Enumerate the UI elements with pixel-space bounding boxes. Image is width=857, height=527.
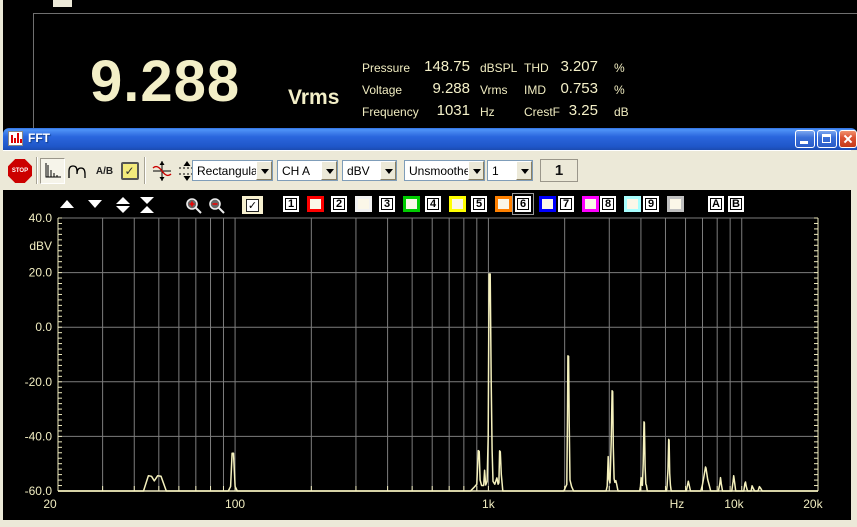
channel-value: CH A	[282, 164, 311, 178]
pressure-unit: dBSPL	[480, 61, 518, 75]
average-count-display: 1	[540, 159, 578, 182]
svg-text:10k: 10k	[724, 497, 744, 511]
fft-window-combo[interactable]: Rectangular	[192, 160, 273, 181]
window-title: FFT	[28, 131, 50, 145]
frequency-value: 1031	[436, 102, 470, 119]
units-value: dBV	[347, 164, 370, 178]
imd-unit: %	[614, 83, 625, 97]
smoothing-combo[interactable]: Unsmoothed	[404, 160, 485, 181]
spectrum-curve	[58, 273, 818, 492]
dropdown-button[interactable]	[516, 161, 532, 180]
main-reading-value: 9.288	[90, 49, 241, 114]
pressure-value: 148.75	[424, 58, 470, 75]
spectrum-curve-layer	[58, 273, 818, 492]
chevron-down-icon	[385, 169, 393, 178]
svg-text:20k: 20k	[803, 497, 823, 511]
ab-compare-button[interactable]: A/B	[92, 158, 117, 184]
plot-grid	[58, 217, 818, 491]
imd-value: 0.753	[560, 80, 598, 97]
screen: 9.288 Vrms Pressure 148.75 dBSPL Voltage…	[0, 0, 857, 527]
meter-panel: 9.288 Vrms Pressure 148.75 dBSPL Voltage…	[0, 0, 857, 128]
voltage-value: 9.288	[432, 80, 470, 97]
minimize-button[interactable]	[795, 130, 815, 148]
dropdown-button[interactable]	[468, 161, 484, 180]
voltage-unit: Vrms	[480, 83, 508, 97]
maximize-button[interactable]	[817, 130, 837, 148]
signal-record-button[interactable]	[149, 158, 174, 184]
svg-text:Hz: Hz	[670, 497, 685, 511]
averaging-combo[interactable]: 1	[487, 160, 533, 181]
chevron-down-icon	[473, 169, 481, 178]
frequency-unit: Hz	[480, 105, 495, 119]
background-window-tab	[53, 0, 72, 7]
close-button[interactable]	[839, 130, 857, 148]
svg-text:20.0: 20.0	[29, 266, 53, 280]
axis-labels: 40.0 20.0 0.0 -20.0 -40.0 -60.0 dBV 20 100 1k Hz 10…	[25, 211, 824, 511]
svg-text:1k: 1k	[482, 497, 496, 511]
plot-axes	[57, 217, 819, 492]
fft-window-value: Rectangular	[197, 164, 262, 178]
toolbar-separator	[144, 157, 146, 184]
averaging-value: 1	[492, 164, 499, 178]
channel-combo[interactable]: CH A	[277, 160, 338, 181]
fft-toolbar: STOP A/B ✓ Rectangular CH A dBV Unsmooth…	[3, 150, 851, 190]
fft-window-titlebar[interactable]: FFT	[3, 128, 857, 150]
chevron-down-icon	[261, 169, 269, 178]
main-reading-unit: Vrms	[288, 86, 340, 109]
svg-text:40.0: 40.0	[29, 211, 53, 225]
crestf-value: 3.25	[568, 102, 598, 119]
measurement-setup-button[interactable]: ✓	[117, 158, 142, 184]
toolbar-separator	[36, 157, 38, 184]
thd-unit: %	[614, 61, 625, 75]
octave-bands-button[interactable]	[66, 158, 91, 184]
maximize-icon	[822, 134, 831, 143]
svg-text:-20.0: -20.0	[25, 375, 53, 389]
spectrum-bars-icon	[45, 163, 61, 178]
svg-text:-60.0: -60.0	[25, 484, 53, 498]
desktop-edge-right	[851, 150, 857, 527]
spectrum-mode-button[interactable]	[40, 158, 65, 184]
checklist-icon: ✓	[120, 162, 139, 180]
crestf-unit: dB	[614, 105, 629, 119]
chevron-down-icon	[521, 169, 529, 178]
units-combo[interactable]: dBV	[342, 160, 397, 181]
octave-bands-icon	[67, 165, 86, 178]
dropdown-button[interactable]	[321, 161, 337, 180]
crosshair-wave-icon	[152, 161, 171, 181]
smoothing-value: Unsmoothed	[409, 164, 478, 178]
dropdown-button[interactable]	[256, 161, 272, 180]
meter-panel-border-side	[33, 13, 34, 128]
desktop-edge-left	[0, 0, 3, 527]
fft-plot[interactable]: 40.0 20.0 0.0 -20.0 -40.0 -60.0 dBV 20 100 1k Hz 10…	[4, 190, 851, 520]
svg-text:dBV: dBV	[29, 239, 52, 253]
fft-app-icon	[8, 131, 23, 146]
ab-icon: A/B	[95, 165, 114, 177]
desktop-edge-bottom	[0, 520, 857, 527]
svg-text:-40.0: -40.0	[25, 429, 53, 443]
fft-client-area: ✓ 123456789AB 40.0 20.0 0.0 -20.0 -40.0 -60.0…	[4, 190, 851, 520]
dropdown-button[interactable]	[380, 161, 396, 180]
thd-value: 3.207	[560, 58, 598, 75]
svg-text:100: 100	[225, 497, 245, 511]
svg-text:0.0: 0.0	[35, 320, 52, 334]
meter-panel-border	[33, 13, 857, 14]
stop-button[interactable]: STOP	[8, 159, 32, 183]
chevron-down-icon	[326, 169, 334, 178]
minimize-icon	[800, 141, 808, 144]
svg-text:20: 20	[43, 497, 57, 511]
